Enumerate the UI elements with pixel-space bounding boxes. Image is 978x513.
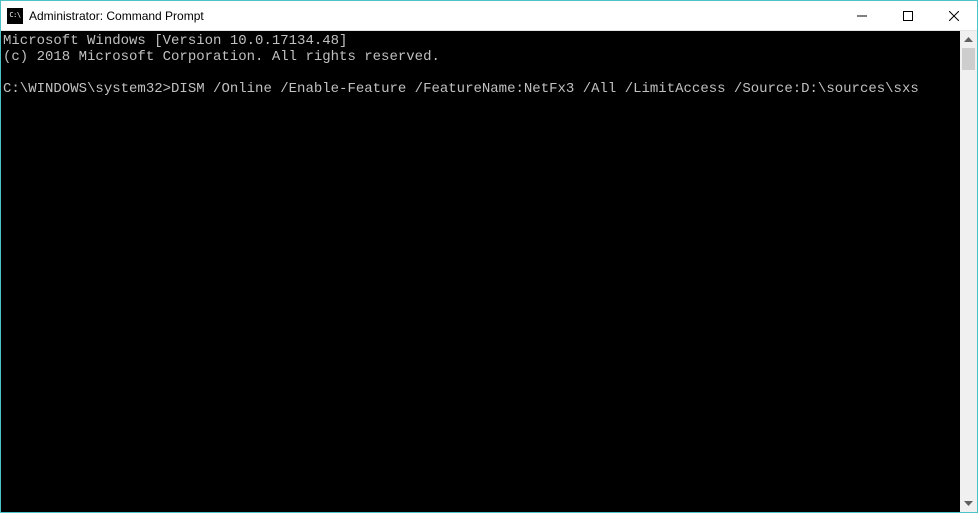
scroll-down-button[interactable] bbox=[960, 495, 977, 512]
maximize-button[interactable] bbox=[885, 1, 931, 30]
cmd-icon: C:\ bbox=[7, 8, 23, 24]
scrollbar-thumb[interactable] bbox=[962, 48, 975, 70]
copyright-line: (c) 2018 Microsoft Corporation. All righ… bbox=[3, 49, 440, 65]
command-prompt-window: C:\ Administrator: Command Prompt Micros… bbox=[0, 0, 978, 513]
terminal-output[interactable]: Microsoft Windows [Version 10.0.17134.48… bbox=[1, 31, 960, 512]
vertical-scrollbar[interactable] bbox=[960, 31, 977, 512]
command-text: DISM /Online /Enable-Feature /FeatureNam… bbox=[171, 81, 919, 97]
titlebar[interactable]: C:\ Administrator: Command Prompt bbox=[1, 1, 977, 31]
window-controls bbox=[839, 1, 977, 30]
window-title: Administrator: Command Prompt bbox=[29, 9, 839, 23]
prompt-text: C:\WINDOWS\system32> bbox=[3, 81, 171, 97]
version-line: Microsoft Windows [Version 10.0.17134.48… bbox=[3, 33, 347, 49]
minimize-button[interactable] bbox=[839, 1, 885, 30]
client-area: Microsoft Windows [Version 10.0.17134.48… bbox=[1, 31, 977, 512]
scrollbar-track[interactable] bbox=[960, 48, 977, 495]
close-button[interactable] bbox=[931, 1, 977, 30]
scroll-up-button[interactable] bbox=[960, 31, 977, 48]
